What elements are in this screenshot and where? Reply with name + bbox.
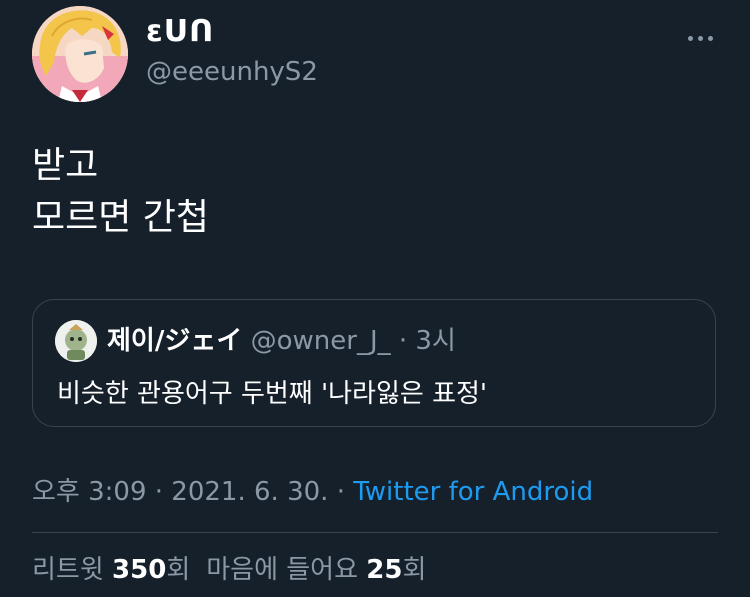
- tweet-text-line: 받고: [32, 145, 99, 186]
- tweet: ɛᑌᑎ @eeeunhyS2 받고 모르면 간첩 제이/ジェイ @owner_J…: [0, 0, 750, 597]
- divider: [32, 532, 718, 533]
- quote-avatar-image: [55, 320, 97, 362]
- tweet-source-link[interactable]: Twitter for Android: [353, 477, 593, 507]
- retweets-unit: 회: [166, 555, 191, 585]
- author-display-name[interactable]: ɛᑌᑎ: [146, 14, 214, 50]
- meta-separator: ·: [154, 477, 164, 507]
- quote-tweet-card[interactable]: 제이/ジェイ @owner_J_ · 3시 비슷한 관용어구 두번째 '나라잃은…: [32, 299, 716, 427]
- quote-text: 비슷한 관용어구 두번째 '나라잃은 표정': [57, 379, 488, 409]
- quote-author-name[interactable]: 제이/ジェイ: [107, 326, 242, 356]
- tweet-meta: 오후 3:09 · 2021. 6. 30. · Twitter for And…: [32, 474, 593, 510]
- likes-unit: 회: [402, 555, 427, 585]
- tweet-text: 받고 모르면 간첩: [32, 140, 712, 244]
- retweets-stat[interactable]: 리트윗 350회: [32, 555, 190, 585]
- likes-count: 25: [366, 555, 403, 585]
- tweet-date[interactable]: 2021. 6. 30.: [171, 477, 328, 507]
- tweet-time[interactable]: 오후 3:09: [32, 477, 147, 507]
- more-dot: [697, 35, 703, 41]
- likes-stat[interactable]: 마음에 들어요 25회: [206, 555, 426, 585]
- more-icon[interactable]: [676, 22, 724, 54]
- tweet-text-line: 모르면 간첩: [32, 197, 210, 238]
- more-dot: [707, 35, 713, 41]
- tweet-stats: 리트윗 350회 마음에 들어요 25회: [32, 552, 426, 588]
- author-handle[interactable]: @eeeunhyS2: [146, 56, 318, 88]
- meta-separator: ·: [336, 477, 345, 507]
- quote-time[interactable]: 3시: [415, 326, 455, 356]
- avatar-image: [32, 6, 128, 102]
- retweets-label: 리트윗: [32, 555, 104, 585]
- retweets-count: 350: [112, 555, 167, 585]
- more-dot: [687, 35, 693, 41]
- author-avatar[interactable]: [32, 6, 128, 102]
- quote-author-avatar[interactable]: [55, 320, 97, 362]
- quote-separator: ·: [398, 326, 408, 356]
- quote-header: 제이/ジェイ @owner_J_ · 3시: [107, 322, 456, 360]
- quote-author-handle[interactable]: @owner_J_: [251, 326, 391, 356]
- likes-label: 마음에 들어요: [206, 555, 359, 585]
